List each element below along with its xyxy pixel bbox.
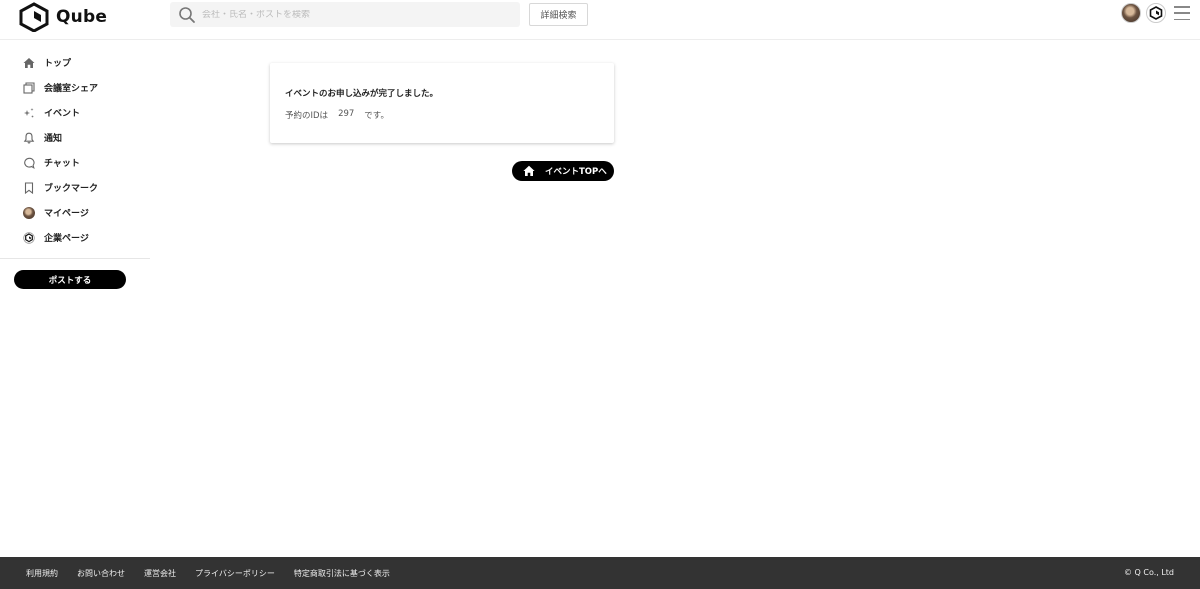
home-icon [22, 56, 35, 69]
sidebar-item-label: 企業ページ [44, 234, 89, 244]
event-top-button-label: イベントTOPへ [545, 167, 607, 177]
user-avatar[interactable] [1121, 3, 1141, 23]
brand-logo[interactable]: Qube [18, 2, 107, 32]
sidebar-divider [0, 258, 150, 259]
sidebar-item-event[interactable]: イベント [0, 100, 150, 125]
reservation-suffix: です。 [364, 111, 389, 121]
sidebar-item-chat[interactable]: チャット [0, 150, 150, 175]
search-box[interactable] [170, 2, 520, 27]
completion-message: イベントのお申し込みが完了しました。 [285, 89, 439, 99]
sidebar-nav: トップ 会議室シェア イベント 通知 チャット ブックマーク マイページ 企業ペ… [0, 40, 150, 250]
bell-icon [22, 131, 35, 144]
sidebar-item-room-share[interactable]: 会議室シェア [0, 75, 150, 100]
sidebar-item-top[interactable]: トップ [0, 50, 150, 75]
sparkle-icon [22, 106, 35, 119]
footer-link-contact[interactable]: お問い合わせ [77, 568, 125, 579]
search-icon [179, 6, 195, 23]
reservation-info: 予約のIDは 297 です。 [285, 109, 599, 121]
footer: 利用規約 お問い合わせ 運営会社 プライバシーポリシー 特定商取引法に基づく表示… [0, 557, 1200, 589]
copy-icon [22, 81, 35, 94]
sidebar: トップ 会議室シェア イベント 通知 チャット ブックマーク マイページ 企業ペ… [0, 40, 150, 289]
footer-link-commerce-law[interactable]: 特定商取引法に基づく表示 [294, 568, 390, 579]
sidebar-item-label: 通知 [44, 134, 63, 144]
company-logo-icon [22, 231, 35, 244]
post-button[interactable]: ポストする [14, 270, 126, 289]
company-logo-mark-icon [1149, 6, 1163, 20]
sidebar-item-mypage[interactable]: マイページ [0, 200, 150, 225]
sidebar-item-label: チャット [44, 159, 80, 169]
footer-link-privacy[interactable]: プライバシーポリシー [195, 568, 275, 579]
sidebar-item-label: 会議室シェア [44, 84, 99, 94]
footer-link-terms[interactable]: 利用規約 [26, 568, 58, 579]
sidebar-item-label: ブックマーク [44, 184, 99, 194]
copyright: © Q Co., Ltd [1123, 568, 1174, 577]
home-icon [523, 165, 535, 176]
bookmark-icon [22, 181, 35, 194]
sidebar-item-label: マイページ [44, 209, 89, 219]
footer-links: 利用規約 お問い合わせ 運営会社 プライバシーポリシー 特定商取引法に基づく表示 [26, 568, 390, 579]
reservation-id: 297 [338, 109, 355, 119]
footer-link-company[interactable]: 運営会社 [144, 568, 176, 579]
chat-bubble-icon [22, 156, 35, 169]
user-avatar-icon [22, 206, 35, 219]
sidebar-item-label: トップ [44, 59, 72, 69]
search-input[interactable] [202, 9, 502, 20]
reservation-prefix: 予約のIDは [285, 111, 329, 121]
sidebar-item-bookmark[interactable]: ブックマーク [0, 175, 150, 200]
event-top-button[interactable]: イベントTOPへ [512, 161, 614, 181]
top-header: Qube 詳細検索 [0, 0, 1200, 40]
qube-logo-icon [19, 2, 49, 32]
hamburger-menu-icon[interactable] [1174, 6, 1190, 20]
company-logo-icon[interactable] [1146, 3, 1166, 23]
sidebar-item-label: イベント [44, 109, 81, 119]
header-actions [1121, 3, 1190, 23]
sidebar-item-company[interactable]: 企業ページ [0, 225, 150, 250]
sidebar-item-notification[interactable]: 通知 [0, 125, 150, 150]
completion-card: イベントのお申し込みが完了しました。 予約のIDは 297 です。 [270, 63, 614, 143]
advanced-search-button[interactable]: 詳細検索 [529, 3, 588, 26]
brand-name: Qube [56, 7, 108, 27]
